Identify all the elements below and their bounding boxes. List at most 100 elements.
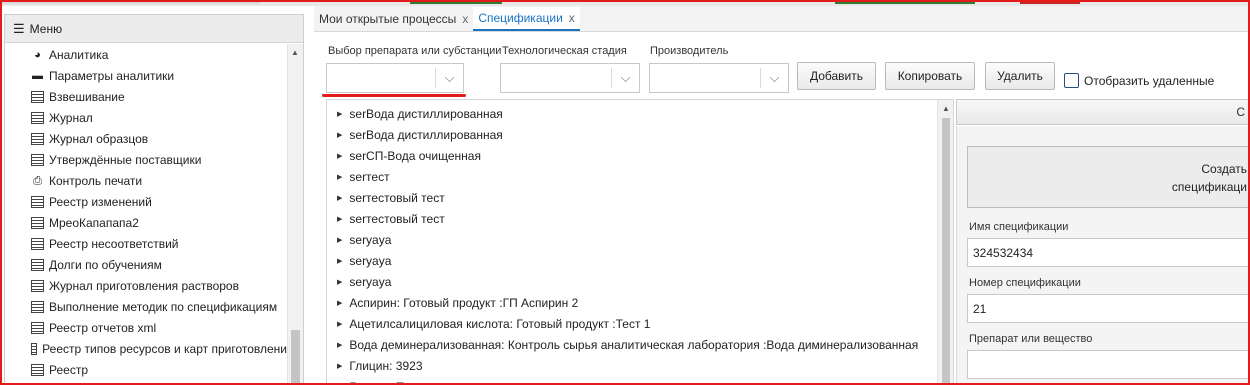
tree-item-label: serСП-Вода очищенная: [349, 148, 481, 163]
specifications-tree: ▶ serВода дистиллированная ▶ serВода дистил…: [326, 99, 954, 385]
expand-arrow-icon[interactable]: ▶: [337, 341, 342, 349]
expand-arrow-icon[interactable]: ▶: [337, 236, 342, 244]
tree-item[interactable]: ▶ seryaya: [327, 250, 953, 271]
tree-item[interactable]: ▶Глицин: Простая: [327, 376, 953, 385]
tree-item[interactable]: ▶ serтест: [327, 166, 953, 187]
expand-arrow-icon[interactable]: ▶: [337, 152, 342, 160]
tree-item-label: serВода дистиллированная: [349, 127, 503, 142]
hamburger-icon: ☰: [13, 20, 25, 36]
expand-arrow-icon[interactable]: ▶: [337, 299, 342, 307]
expand-arrow-icon[interactable]: ▶: [337, 362, 342, 370]
scrollbar-thumb[interactable]: [942, 118, 950, 384]
chevron-down-icon[interactable]: ⌵: [760, 68, 788, 88]
sidebar-item-label: Параметры аналитики: [49, 68, 175, 83]
sidebar-item-label: Утверждённые поставщики: [49, 152, 202, 167]
sidebar-item[interactable]: Реестр отчетов xml: [5, 317, 287, 338]
expand-arrow-icon[interactable]: ▶: [337, 131, 342, 139]
table-icon: [31, 363, 44, 376]
sidebar-item[interactable]: Реестр: [5, 359, 287, 380]
stage-filter-label: Технологическая стадия: [502, 45, 627, 57]
tree-item[interactable]: ▶ Глицин: 3923: [327, 355, 953, 376]
tree-item[interactable]: ▶ serСП-Вода очищенная: [327, 145, 953, 166]
sidebar-item-label: Реестр несоответствий: [49, 236, 179, 251]
table-icon: [31, 132, 44, 145]
sidebar-item[interactable]: Реестр типов ресурсов и карт приготовлен…: [5, 338, 287, 359]
sidebar-item[interactable]: Реестр несоответствий: [5, 233, 287, 254]
menu-header[interactable]: ☰ Меню: [5, 15, 303, 43]
sidebar-item[interactable]: Утверждённые поставщики: [5, 149, 287, 170]
annotation-underline: [322, 94, 466, 97]
copy-button[interactable]: Копировать: [885, 62, 975, 90]
tree-item[interactable]: ▶ serтестовый тест: [327, 208, 953, 229]
sidebar-item-label: Реестр изменений: [49, 194, 152, 209]
expand-arrow-icon[interactable]: ▶: [337, 278, 342, 286]
sidebar-item[interactable]: Журнал образцов: [5, 128, 287, 149]
show-deleted-checkbox[interactable]: [1064, 73, 1079, 88]
tree-scrollbar[interactable]: ▲: [937, 100, 953, 384]
sidebar-item[interactable]: ⎙ Контроль печати: [5, 170, 287, 191]
tree-list: ▶ serВода дистиллированная ▶ serВода дистил…: [327, 100, 953, 385]
tree-item-label: Глицин: 3923: [349, 358, 423, 373]
create-specification-button[interactable]: Создать спецификаци: [967, 146, 1250, 208]
sidebar-scrollbar[interactable]: ▲: [287, 44, 303, 385]
expand-arrow-icon[interactable]: ▶: [337, 215, 342, 223]
tree-item-label: Вода деминерализованная: Контроль сырья …: [349, 337, 919, 352]
delete-button[interactable]: Удалить: [985, 62, 1055, 90]
toolbox-icon: ▬: [32, 69, 43, 82]
tab-label: Спецификации: [478, 11, 563, 25]
substance-field[interactable]: [967, 350, 1250, 379]
scroll-up-icon[interactable]: ▲: [942, 104, 950, 113]
table-icon: [31, 258, 44, 271]
details-body: Создать спецификаци Имя спецификации 324…: [956, 126, 1250, 385]
add-button[interactable]: Добавить: [797, 62, 876, 90]
sidebar-item[interactable]: ▬ Параметры аналитики: [5, 65, 287, 86]
stage-select[interactable]: ⌵: [500, 63, 640, 93]
expand-arrow-icon[interactable]: ▶: [337, 257, 342, 265]
sidebar-item[interactable]: Журнал приготовления растворов: [5, 275, 287, 296]
tab[interactable]: Спецификации x: [473, 7, 580, 31]
tree-item[interactable]: ▶ serтестовый тест: [327, 187, 953, 208]
sidebar-item-label: Журнал образцов: [49, 131, 149, 146]
expand-arrow-icon[interactable]: ▶: [337, 110, 342, 118]
substance-select[interactable]: ⌵: [326, 63, 464, 93]
table-icon: [31, 111, 44, 124]
spec-number-field[interactable]: 21: [967, 294, 1250, 323]
tree-item[interactable]: ▶ serВода дистиллированная: [327, 124, 953, 145]
sidebar-item[interactable]: Выполнение методик по спецификациям: [5, 296, 287, 317]
sidebar-item[interactable]: Журнал: [5, 107, 287, 128]
spec-name-field[interactable]: 324532434: [967, 238, 1250, 267]
details-header-text: С: [1236, 105, 1245, 119]
chevron-down-icon[interactable]: ⌵: [611, 68, 639, 88]
scrollbar-thumb[interactable]: [291, 330, 300, 385]
tree-item-label: Глицин: Простая: [349, 380, 442, 385]
table-icon: [31, 321, 44, 334]
close-icon[interactable]: x: [569, 11, 575, 25]
sidebar-item[interactable]: МрeoКапапапа2: [5, 212, 287, 233]
expand-arrow-icon[interactable]: ▶: [337, 320, 342, 328]
sidebar-item[interactable]: Взвешивание: [5, 86, 287, 107]
table-icon: [31, 153, 44, 166]
pie-chart-icon: ◕: [34, 48, 41, 61]
manufacturer-select[interactable]: ⌵: [649, 63, 789, 93]
tab-label: Мои открытые процессы: [319, 12, 457, 26]
tab[interactable]: Мои открытые процессы x: [314, 7, 473, 31]
tree-item[interactable]: ▶ Ацетилсалициловая кислота: Готовый прод…: [327, 313, 953, 334]
expand-arrow-icon[interactable]: ▶: [337, 194, 342, 202]
tree-item[interactable]: ▶ Аспирин: Готовый продукт :ГП Аспирин 2: [327, 292, 953, 313]
specifications-page: Выбор препарата или субстанции ⌵ Техноло…: [316, 33, 1250, 385]
sidebar-item[interactable]: Долги по обучениям: [5, 254, 287, 275]
create-line-1: Создать: [1201, 162, 1247, 176]
scroll-up-icon[interactable]: ▲: [291, 48, 299, 57]
manufacturer-filter-label: Производитель: [650, 45, 729, 57]
expand-arrow-icon[interactable]: ▶: [337, 173, 342, 181]
sidebar-item[interactable]: ◕ Аналитика: [5, 44, 287, 65]
tree-item[interactable]: ▶ seryaya: [327, 229, 953, 250]
spec-name-label: Имя спецификации: [969, 221, 1069, 233]
sidebar-item[interactable]: Реестр изменений: [5, 191, 287, 212]
tree-item[interactable]: ▶ seryaya: [327, 271, 953, 292]
tree-item-label: Аспирин: Готовый продукт :ГП Аспирин 2: [349, 295, 579, 310]
close-icon[interactable]: x: [462, 12, 468, 26]
tree-item[interactable]: ▶ Вода деминерализованная: Контроль сырья…: [327, 334, 953, 355]
chevron-down-icon[interactable]: ⌵: [435, 68, 463, 88]
tree-item[interactable]: ▶ serВода дистиллированная: [327, 103, 953, 124]
